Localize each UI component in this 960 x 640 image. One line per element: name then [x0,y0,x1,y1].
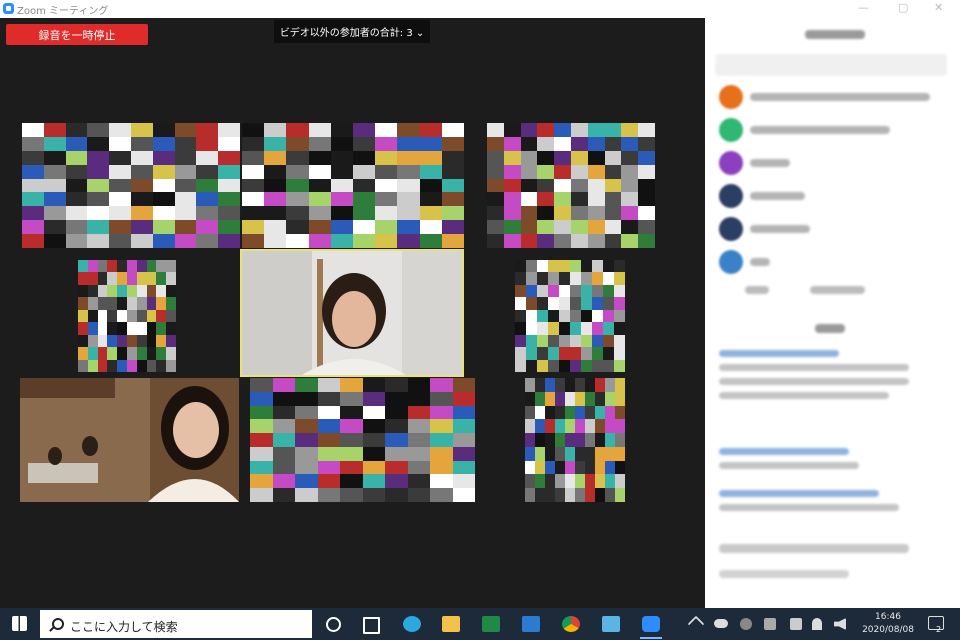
participant-tile-3[interactable] [487,123,655,248]
zoom-logo-icon [3,3,14,14]
avatar [719,184,743,208]
active-speaker-video[interactable] [240,249,464,377]
mosaic-video [78,260,176,372]
onedrive-icon[interactable] [714,619,728,628]
active-app-indicator [640,637,662,639]
search-placeholder: ここに入力して検索 [70,620,178,634]
chat-sender [719,448,849,455]
invite-button[interactable] [745,286,769,294]
panel-title [805,30,865,39]
chat-message [719,378,909,385]
non-video-participants-dropdown[interactable]: ビデオ以外の参加者の合計: 3 ⌄ [274,20,430,43]
participant-tile-7[interactable] [20,378,239,502]
mosaic-video [250,378,475,502]
participant-name [750,126,890,134]
window-title: Zoom ミーティング [17,6,109,17]
chrome-icon[interactable] [562,616,580,632]
mosaic-video [487,123,655,248]
participant-name [750,192,805,200]
mute-all-button[interactable] [810,286,865,294]
window-title-bar: Zoom ミーティング — ▢ ✕ [0,0,960,18]
chat-message [719,462,859,469]
participant-tile-1[interactable] [22,123,240,248]
edge-icon[interactable] [403,616,421,632]
side-panel [705,18,960,608]
mosaic-video [515,260,625,372]
chat-input[interactable] [719,570,849,578]
windows-taskbar: ここに入力して検索 16:46 2020/08/08 2 [0,608,960,640]
notes-icon[interactable] [602,616,620,632]
app-tray-icon[interactable] [740,618,752,630]
maximize-icon[interactable]: ▢ [898,1,908,14]
zoom-icon[interactable] [642,616,660,632]
dropbox-icon[interactable] [764,618,776,630]
mosaic-video [242,123,464,248]
participant-name [750,159,790,167]
chat-sender [719,350,839,357]
close-icon[interactable]: ✕ [934,1,943,14]
avatar [719,250,743,274]
avatar [719,85,743,109]
mosaic-video [525,378,625,502]
taskbar-clock[interactable]: 16:46 2020/08/08 [858,611,918,637]
notification-count: 2 [936,625,942,634]
participant-tile-2[interactable] [242,123,464,248]
avatar [719,118,743,142]
taskbar-search-box[interactable]: ここに入力して検索 [40,610,312,638]
participant-tile-6[interactable] [515,260,625,372]
task-view-icon[interactable] [363,617,380,634]
avatar [719,217,743,241]
file-explorer-icon[interactable] [442,616,460,632]
participant-name [750,258,770,266]
minimize-icon[interactable]: — [858,1,869,14]
avatar [719,151,743,175]
chat-sender [719,490,879,497]
participant-name [750,225,810,233]
participant-woman-room-video [20,378,239,502]
participant-search-field[interactable] [715,54,947,76]
windows-start-icon[interactable] [12,616,27,631]
participant-woman-video [242,251,462,375]
battery-icon[interactable] [790,618,802,630]
volume-icon[interactable] [834,618,846,630]
chat-message [719,364,909,371]
excel-icon[interactable] [482,616,500,632]
participant-tile-8[interactable] [250,378,475,502]
chat-recipient-select[interactable] [719,544,909,553]
chat-title [815,324,845,333]
chevron-up-icon[interactable] [687,615,705,633]
participant-name [750,93,930,101]
pause-recording-button[interactable]: 録音を一時停止 [6,24,148,45]
network-icon[interactable] [812,618,822,630]
clock-time: 16:46 [875,612,901,622]
participant-tile-9[interactable] [525,378,625,502]
clock-date: 2020/08/08 [862,625,914,635]
chat-message [719,504,899,511]
meeting-area: 録音を一時停止 ビデオ以外の参加者の合計: 3 ⌄ [0,18,705,608]
participant-tile-4[interactable] [78,260,176,372]
chat-message [719,392,889,399]
search-icon [52,618,64,630]
cortana-icon[interactable] [326,617,341,632]
photos-icon[interactable] [522,616,540,632]
mosaic-video [22,123,240,248]
